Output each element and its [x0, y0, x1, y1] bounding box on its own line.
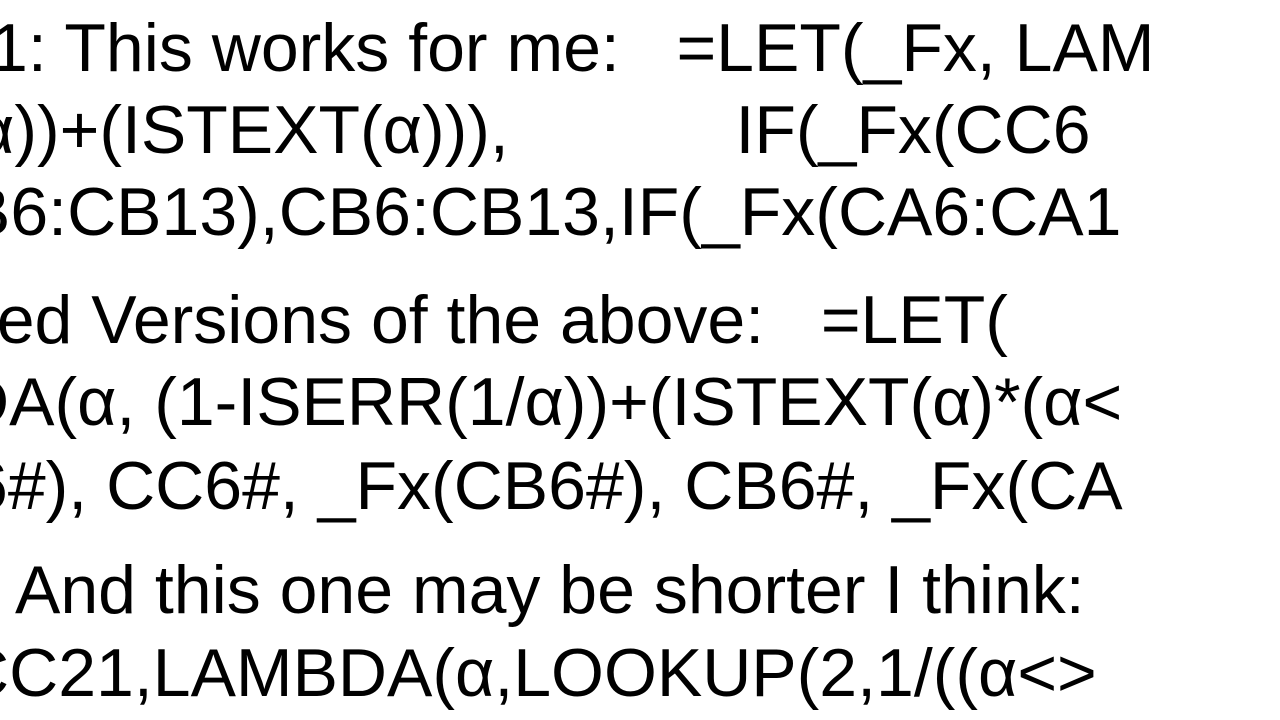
text-line-5: DA(α, (1-ISERR(1/α))+(ISTEXT(α)*(α<: [0, 362, 1280, 443]
text-line-2: α))+(ISTEXT(α))), IF(_Fx(CC6: [0, 90, 1280, 171]
text-line-7: And this one may be shorter I think:: [15, 550, 1280, 631]
text-line-1: 1: This works for me: =LET(_Fx, LAM: [0, 8, 1280, 89]
text-line-6: 6#), CC6#, _Fx(CB6#), CB6#, _Fx(CA: [0, 446, 1280, 527]
text-line-3: B6:CB13),CB6:CB13,IF(_Fx(CA6:CA1: [0, 172, 1280, 253]
text-line-8: CC21,LAMBDA(α,LOOKUP(2,1/((α<>: [0, 633, 1280, 714]
text-line-4: ated Versions of the above: =LET(: [0, 280, 1280, 361]
text-page: 1: This works for me: =LET(_Fx, LAM α))+…: [0, 0, 1280, 720]
